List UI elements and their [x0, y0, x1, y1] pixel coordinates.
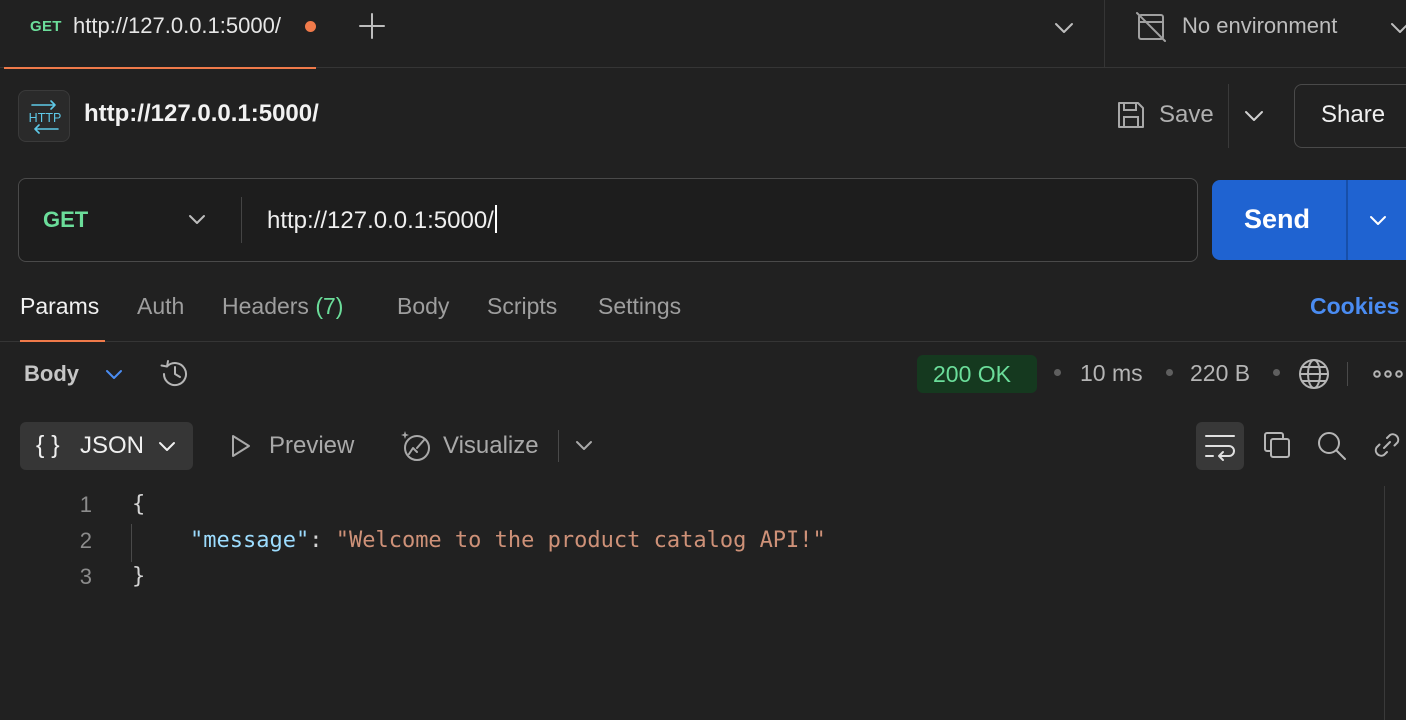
url-text: http://127.0.0.1:5000/ — [267, 207, 494, 234]
visualize-button[interactable]: Visualize — [443, 432, 539, 460]
more-icon[interactable] — [1372, 362, 1406, 386]
tab-headers[interactable]: Headers (7) — [222, 293, 343, 320]
tab-method-label: GET — [30, 18, 62, 35]
json-braces-icon: { } — [36, 431, 60, 459]
share-button[interactable]: Share — [1294, 84, 1406, 148]
divider — [1104, 0, 1105, 68]
line-number: 1 — [79, 492, 92, 517]
format-label: JSON — [80, 432, 145, 459]
chevron-down-icon[interactable] — [101, 361, 127, 387]
app-window: GET http://127.0.0.1:5000/ No environmen… — [0, 0, 1406, 720]
response-body-selector[interactable]: Body — [24, 361, 79, 387]
chevron-down-icon[interactable] — [1386, 14, 1406, 42]
response-size[interactable]: 220 B — [1190, 360, 1250, 387]
globe-icon[interactable] — [1296, 356, 1332, 392]
divider — [1346, 180, 1348, 260]
code-line: } — [132, 564, 146, 589]
wrap-icon — [1205, 435, 1235, 461]
environment-selector[interactable]: No environment — [1182, 13, 1337, 39]
http-icon: HTTP — [18, 90, 70, 142]
tab-params[interactable]: Params — [20, 293, 99, 320]
url-input[interactable]: http://127.0.0.1:5000/ — [267, 205, 497, 235]
unsaved-dot — [305, 21, 316, 32]
cookies-link[interactable]: Cookies — [1310, 293, 1399, 320]
send-label: Send — [1244, 204, 1311, 234]
tab-body[interactable]: Body — [397, 293, 449, 320]
active-tab-indicator — [20, 340, 105, 342]
request-title[interactable]: http://127.0.0.1:5000/ — [84, 100, 319, 128]
line-number: 3 — [79, 564, 92, 589]
status-text: 200 OK — [933, 361, 1011, 387]
tab-title: http://127.0.0.1:5000/ — [73, 13, 281, 38]
tab-settings[interactable]: Settings — [598, 293, 681, 320]
tab-headers-label: Headers — [222, 293, 309, 319]
tab-scripts[interactable]: Scripts — [487, 293, 557, 320]
code-line: "message": "Welcome to the product catal… — [190, 528, 826, 553]
request-tab[interactable]: GET http://127.0.0.1:5000/ — [4, 0, 316, 69]
method-dropdown[interactable]: GET — [19, 179, 241, 260]
new-tab-button[interactable] — [356, 10, 388, 42]
play-icon[interactable] — [228, 432, 254, 460]
request-tabs: Params Auth Headers (7) Body Scripts Set… — [0, 284, 1406, 342]
chevron-down-icon — [1055, 23, 1073, 33]
svg-text:HTTP: HTTP — [29, 111, 62, 125]
chevron-down-icon[interactable] — [571, 432, 597, 458]
history-icon[interactable] — [157, 356, 193, 392]
save-icon[interactable] — [1114, 98, 1148, 132]
url-bar: GET http://127.0.0.1:5000/ — [18, 178, 1198, 262]
send-button[interactable]: Send — [1212, 180, 1406, 260]
wrap-lines-button[interactable] — [1196, 422, 1244, 470]
method-label: GET — [43, 207, 89, 232]
chevron-down-icon[interactable] — [1364, 206, 1392, 234]
divider — [1228, 84, 1229, 148]
response-body-viewer[interactable]: 1 { 2 "message": "Welcome to the product… — [0, 484, 1384, 720]
json-key: "message" — [190, 528, 310, 553]
status-badge[interactable]: 200 OK — [917, 355, 1037, 393]
search-icon[interactable] — [1314, 428, 1348, 462]
response-time[interactable]: 10 ms — [1080, 360, 1143, 387]
tab-strip: GET http://127.0.0.1:5000/ No environmen… — [0, 0, 1406, 69]
separator-dot — [1054, 369, 1061, 376]
json-string-value: "Welcome to the product catalog API!" — [335, 528, 826, 553]
no-environment-icon — [1136, 12, 1166, 42]
share-label: Share — [1321, 101, 1386, 128]
tab-auth[interactable]: Auth — [137, 293, 184, 320]
text-caret — [494, 205, 497, 233]
line-number: 2 — [79, 528, 92, 553]
indent-guide — [131, 524, 132, 562]
separator-dot — [1273, 369, 1280, 376]
chevron-down-icon — [159, 442, 175, 451]
code-line: { — [132, 492, 146, 517]
json-separator: : — [309, 528, 336, 553]
separator-dot — [1166, 369, 1173, 376]
scrollbar[interactable] — [1384, 486, 1385, 720]
copy-icon[interactable] — [1260, 428, 1294, 462]
chevron-down-icon — [189, 215, 205, 224]
save-button[interactable]: Save — [1159, 101, 1214, 129]
chevron-down-icon[interactable] — [1238, 100, 1270, 132]
divider — [241, 197, 242, 243]
divider — [558, 430, 559, 462]
tabs-dropdown-button[interactable] — [1050, 14, 1078, 42]
headers-count: (7) — [315, 293, 344, 319]
divider — [1347, 362, 1348, 386]
format-dropdown[interactable]: { } JSON — [20, 422, 193, 470]
active-tab-indicator — [4, 67, 316, 69]
preview-button[interactable]: Preview — [269, 432, 354, 460]
plus-icon — [359, 13, 385, 39]
link-icon[interactable] — [1370, 428, 1404, 462]
visualize-icon[interactable] — [398, 428, 434, 464]
